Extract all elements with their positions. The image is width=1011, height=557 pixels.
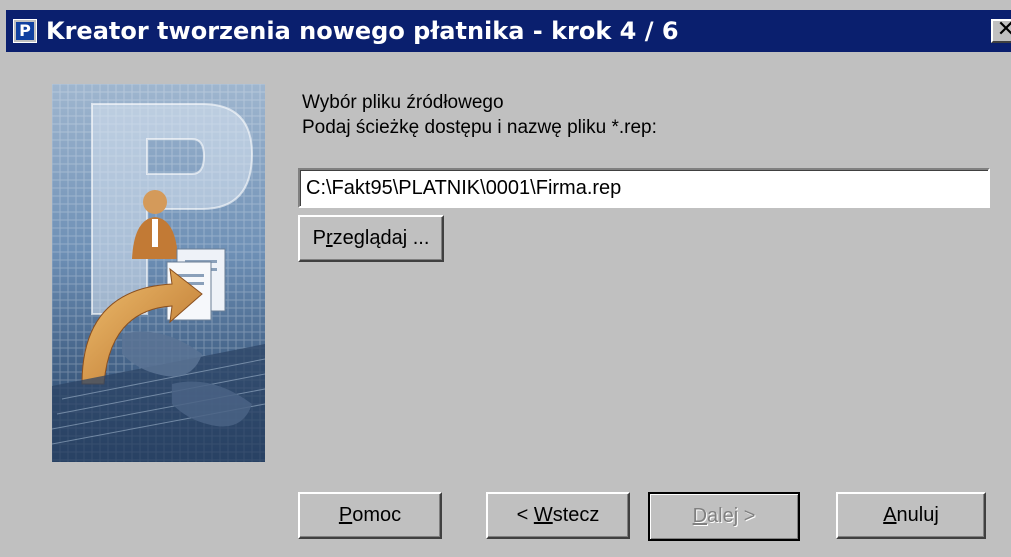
cancel-mnemonic: A [883,504,897,526]
close-button[interactable]: ✕ [991,19,1011,43]
wizard-illustration-graphic [52,84,265,462]
help-button[interactable]: Pomoc [298,492,442,539]
browse-button[interactable]: Pr zeglądaj ... [298,215,444,262]
next-label: alej > [707,505,756,527]
app-icon[interactable]: P [13,19,37,43]
step-heading: Wybór pliku źródłowego Podaj ścieżkę dos… [302,90,657,140]
wizard-window: P Kreator tworzenia nowego płatnika - kr… [0,0,1011,557]
browse-mnemonic: r [325,227,333,249]
step-instruction: Podaj ścieżkę dostępu i nazwę pliku *.re… [302,117,657,138]
help-label: omoc [352,504,402,526]
source-file-path-input[interactable] [298,168,990,208]
back-mnemonic: W [533,504,553,526]
step-title: Wybór pliku źródłowego [302,92,504,113]
cancel-label: nuluj [896,504,939,526]
help-mnemonic: P [338,504,353,526]
back-arrow: < [516,504,534,526]
browse-label-part: P [312,227,326,249]
wizard-illustration [52,84,265,462]
next-button[interactable]: Dalej > [648,492,800,541]
title-bar[interactable]: P Kreator tworzenia nowego płatnika - kr… [6,10,1011,52]
back-button[interactable]: < Wstecz [486,492,630,539]
window-title: Kreator tworzenia nowego płatnika - krok… [46,17,679,45]
next-mnemonic: D [692,505,708,527]
browse-label-rest: zeglądaj ... [332,227,430,249]
back-label: stecz [552,504,600,526]
cancel-button[interactable]: Anuluj [836,492,986,539]
close-icon: ✕ [996,17,1011,42]
app-icon-glyph: P [16,22,34,40]
